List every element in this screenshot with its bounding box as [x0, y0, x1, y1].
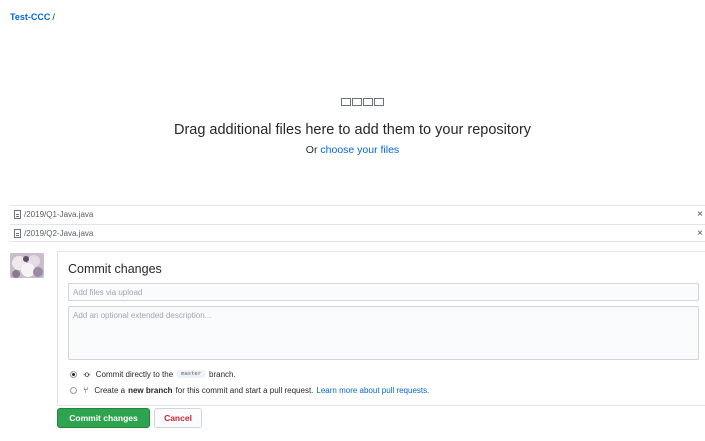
file-code-icon [341, 98, 351, 106]
file-types-icon [341, 98, 384, 106]
learn-more-link[interactable]: Learn more about pull requests. [316, 386, 429, 395]
file-list-item: /2019/Q1-Java.java × [10, 205, 705, 223]
remove-file-button[interactable]: × [697, 209, 703, 220]
commit-title: Commit changes [68, 262, 162, 276]
dropzone-or: Or [305, 144, 318, 156]
git-commit-icon: -o- [83, 369, 91, 379]
file-icon [14, 210, 21, 219]
commit-summary-input[interactable] [68, 283, 699, 301]
avatar [10, 253, 44, 278]
commit-changes-button[interactable]: Commit changes [57, 408, 150, 428]
file-name: /2019/Q1-Java.java [24, 210, 94, 219]
commit-direct-suffix: branch. [209, 369, 236, 379]
remove-file-button[interactable]: × [697, 228, 703, 239]
file-list-item: /2019/Q2-Java.java × [10, 224, 705, 242]
file-icon [14, 228, 21, 238]
dropzone-title: Drag additional files here to add them t… [173, 122, 532, 138]
breadcrumb-separator: / [52, 12, 55, 22]
commit-direct-prefix: Commit directly to the [95, 369, 174, 379]
file-name: /2019/Q2-Java.java [24, 228, 94, 238]
dropzone-subtitle: Or choose your files [0, 144, 705, 156]
commit-description-input[interactable] [68, 306, 699, 360]
new-branch-bold: new branch [128, 385, 173, 395]
repo-link[interactable]: Test-CCC [10, 12, 50, 22]
new-branch-option[interactable]: ⑂ Create a new branch for this commit an… [70, 384, 429, 396]
cancel-button[interactable]: Cancel [154, 408, 202, 428]
file-media-icon [363, 98, 373, 106]
file-zip-icon [374, 98, 384, 106]
commit-direct-radio[interactable] [70, 370, 77, 378]
new-branch-radio[interactable] [70, 386, 77, 394]
new-branch-suffix: for this commit and start a pull request… [175, 385, 314, 395]
git-pull-request-icon: ⑂ [83, 385, 89, 395]
commit-direct-option[interactable]: -o- Commit directly to the master branch… [70, 368, 236, 380]
breadcrumb: Test-CCC / [10, 12, 55, 22]
choose-files-link[interactable]: choose your files [320, 144, 399, 156]
branch-name: master [177, 370, 206, 378]
file-image-icon [352, 98, 362, 106]
new-branch-prefix: Create a [94, 385, 126, 395]
